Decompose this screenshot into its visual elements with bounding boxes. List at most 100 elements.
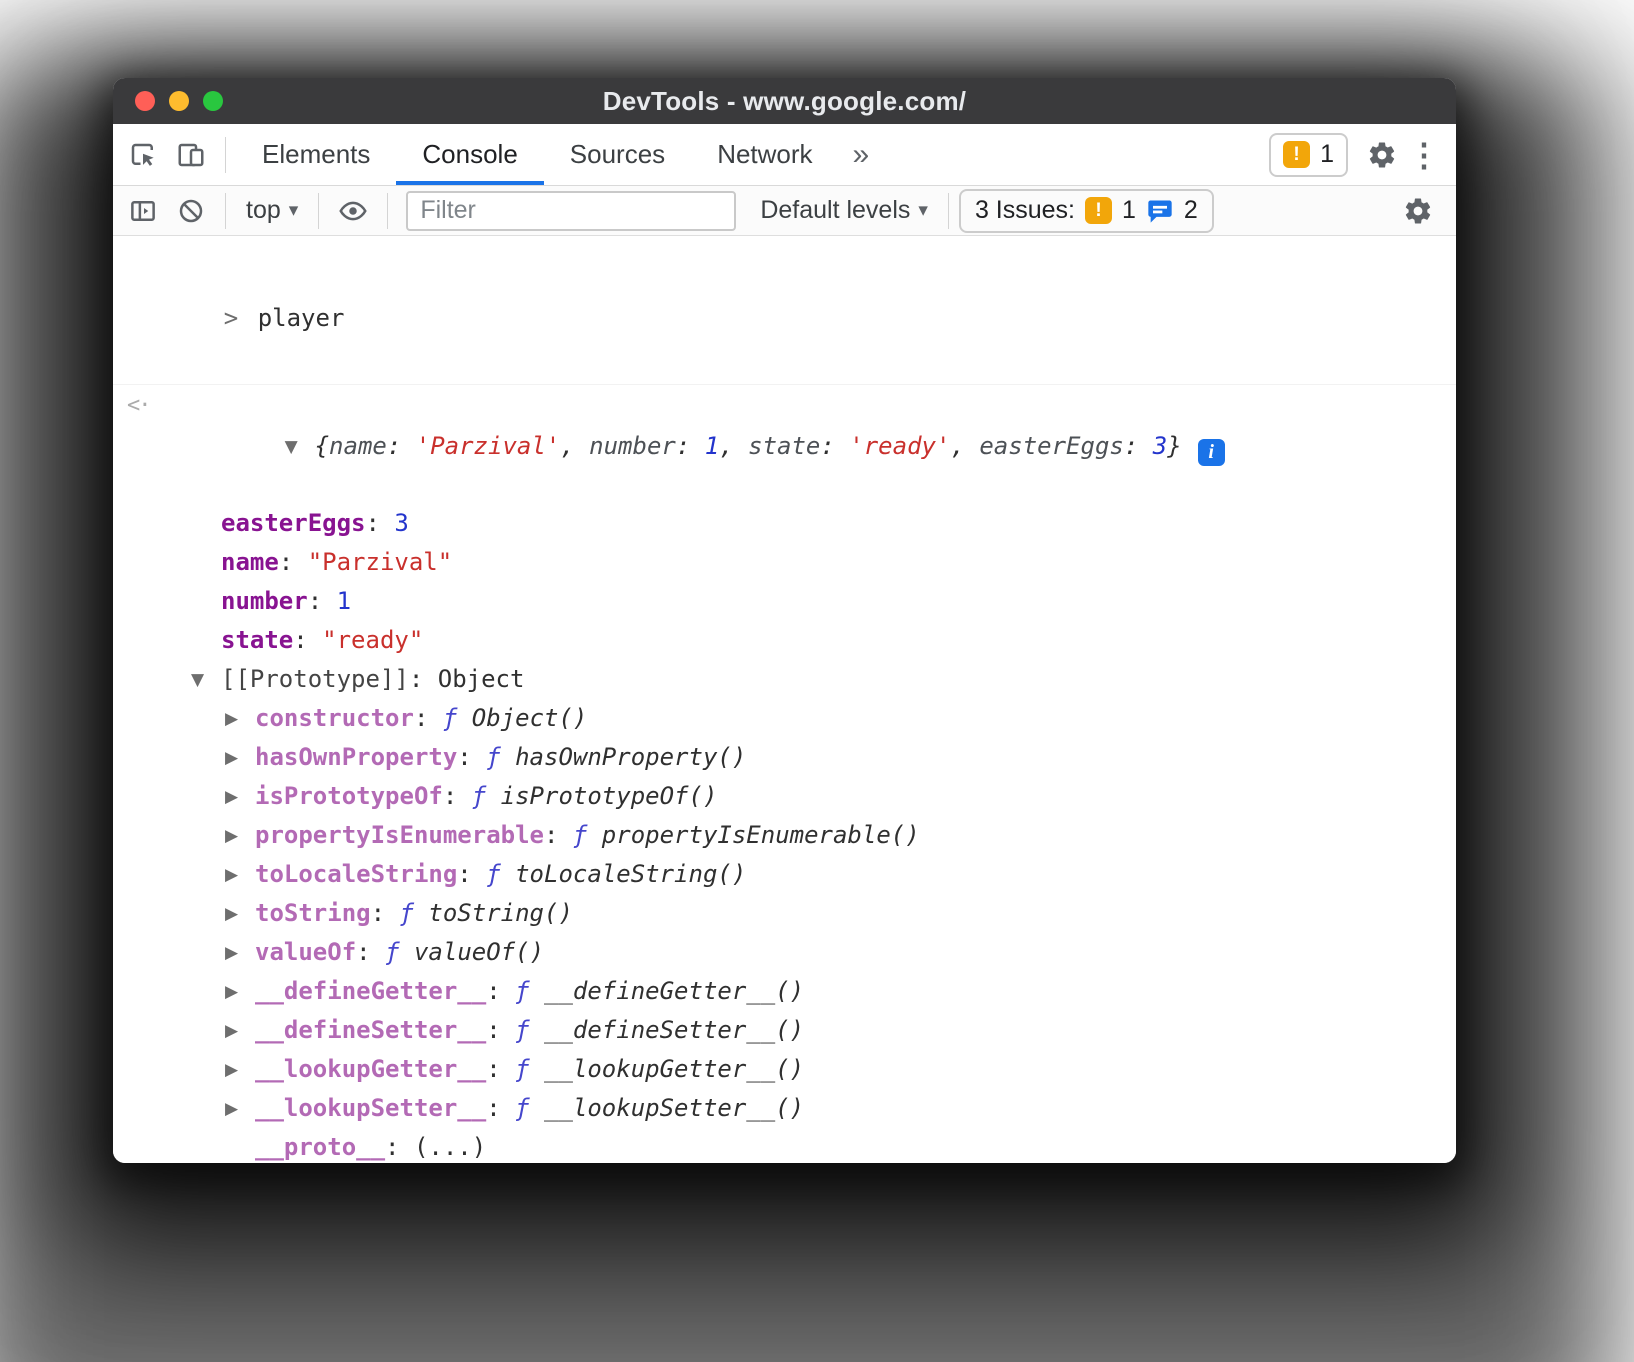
context-label: top [246, 196, 281, 225]
expand-icon[interactable]: ▶ [225, 856, 255, 894]
property-value: 3 [394, 509, 408, 537]
property-value: ƒ [385, 938, 414, 966]
property-value: ƒ [400, 899, 429, 927]
property-row[interactable]: ▶name: "Parzival" [113, 543, 1456, 582]
error-badge[interactable]: ! 1 [1269, 133, 1348, 177]
property-value: __lookupSetter__() [544, 1094, 804, 1122]
issues-label: 3 Issues: [975, 196, 1075, 225]
property-row[interactable]: ▶__lookupSetter__: ƒ __lookupSetter__() [113, 1089, 1456, 1128]
console-settings-button[interactable] [1394, 189, 1442, 233]
preview-segment: name [329, 432, 387, 460]
property-value: __defineSetter__() [544, 1016, 804, 1044]
property-key: propertyIsEnumerable [255, 821, 544, 849]
expand-icon[interactable]: ▶ [225, 817, 255, 855]
property-row[interactable]: ▶hasOwnProperty: ƒ hasOwnProperty() [113, 738, 1456, 777]
settings-button[interactable] [1358, 131, 1406, 179]
collapse-icon[interactable]: ▼ [191, 661, 221, 699]
tab-label: Console [422, 139, 517, 170]
property-row[interactable]: ▶isPrototypeOf: ƒ isPrototypeOf() [113, 777, 1456, 816]
property-value: valueOf() [414, 938, 544, 966]
expand-icon[interactable]: ▶ [225, 895, 255, 933]
property-row[interactable]: ▶propertyIsEnumerable: ƒ propertyIsEnume… [113, 816, 1456, 855]
issues-counter[interactable]: 3 Issues: ! 1 2 [959, 189, 1214, 233]
property-row[interactable]: ▶easterEggs: 3 [113, 504, 1456, 543]
property-row[interactable]: ▶__defineSetter__: ƒ __defineSetter__() [113, 1011, 1456, 1050]
property-value: (...) [414, 1133, 486, 1161]
message-bubble-icon [1146, 197, 1174, 225]
property-key: __lookupGetter__ [255, 1055, 486, 1083]
info-glyph: i [1208, 433, 1214, 471]
property-value: propertyIsEnumerable() [602, 821, 920, 849]
info-icon[interactable]: i [1198, 439, 1225, 466]
expand-icon[interactable]: ▶ [225, 973, 255, 1011]
key-value-separator: : [385, 1133, 414, 1161]
device-toolbar-button[interactable] [167, 131, 215, 179]
expand-icon[interactable]: ▶ [225, 1051, 255, 1089]
live-expression-button[interactable] [329, 189, 377, 233]
issues-warning-count: 1 [1122, 196, 1136, 225]
expand-icon[interactable]: ▶ [225, 1012, 255, 1050]
warning-icon: ! [1283, 141, 1310, 168]
property-row[interactable]: ▶__lookupGetter__: ƒ __lookupGetter__() [113, 1050, 1456, 1089]
clear-console-button[interactable] [167, 189, 215, 233]
property-row[interactable]: ▶constructor: ƒ Object() [113, 699, 1456, 738]
expand-icon[interactable]: ▶ [225, 1090, 255, 1128]
object-preview-row[interactable]: ▼{name: 'Parzival', number: 1, state: 'r… [113, 389, 1456, 504]
inspect-element-button[interactable] [119, 131, 167, 179]
key-value-separator: : [486, 977, 515, 1005]
property-value: ƒ [486, 860, 515, 888]
separator [225, 193, 226, 229]
key-value-separator: : [486, 1094, 515, 1122]
filter-input[interactable] [406, 191, 736, 231]
expand-icon[interactable]: ▶ [225, 778, 255, 816]
property-row[interactable]: ▼[[Prototype]]: Object [113, 660, 1456, 699]
property-value: ƒ [486, 743, 515, 771]
property-row[interactable]: ▶number: 1 [113, 582, 1456, 621]
property-key: hasOwnProperty [255, 743, 457, 771]
property-key: state [221, 626, 293, 654]
property-value: "ready" [322, 626, 423, 654]
property-row[interactable]: ▶toLocaleString: ƒ toLocaleString() [113, 855, 1456, 894]
tab-network[interactable]: Network [691, 124, 838, 185]
preview-segment: 'Parzival' [416, 432, 561, 460]
fullscreen-window-button[interactable] [203, 91, 223, 111]
preview-segment: state [748, 432, 820, 460]
more-tabs-button[interactable]: » [839, 124, 884, 185]
property-value: __defineGetter__() [544, 977, 804, 1005]
expand-icon[interactable]: ▶ [225, 934, 255, 972]
property-key: number [221, 587, 308, 615]
property-value: ƒ [515, 1016, 544, 1044]
close-window-button[interactable] [135, 91, 155, 111]
log-levels-selector[interactable]: Default levels ▾ [750, 196, 938, 225]
preview-segment: , [950, 432, 979, 460]
warning-icon: ! [1085, 197, 1112, 224]
property-value: hasOwnProperty() [515, 743, 746, 771]
tab-elements[interactable]: Elements [236, 124, 396, 185]
key-value-separator: : [308, 587, 337, 615]
minimize-window-button[interactable] [169, 91, 189, 111]
overflow-menu-button[interactable]: ⋮ [1406, 136, 1442, 174]
collapse-icon[interactable]: ▼ [285, 428, 315, 466]
property-key: [[Prototype]] [221, 665, 409, 693]
execution-context-selector[interactable]: top ▾ [236, 196, 308, 225]
property-key: easterEggs [221, 509, 366, 537]
key-value-separator: : [279, 548, 308, 576]
expand-icon[interactable]: ▶ [225, 739, 255, 777]
property-row[interactable]: ▶__proto__: (...) [113, 1128, 1456, 1163]
preview-segment: } [1167, 432, 1181, 460]
console-sidebar-toggle[interactable] [119, 189, 167, 233]
property-row[interactable]: ▶valueOf: ƒ valueOf() [113, 933, 1456, 972]
property-key: valueOf [255, 938, 356, 966]
console-command: >player [113, 252, 1456, 385]
property-row[interactable]: ▶state: "ready" [113, 621, 1456, 660]
property-row[interactable]: ▶toString: ƒ toString() [113, 894, 1456, 933]
preview-segment: number [589, 432, 676, 460]
expand-icon[interactable]: ▶ [225, 700, 255, 738]
property-value: isPrototypeOf() [501, 782, 718, 810]
property-key: toLocaleString [255, 860, 457, 888]
tab-label: Elements [262, 139, 370, 170]
property-row[interactable]: ▶__defineGetter__: ƒ __defineGetter__() [113, 972, 1456, 1011]
tab-sources[interactable]: Sources [544, 124, 691, 185]
property-value: toString() [428, 899, 573, 927]
tab-console[interactable]: Console [396, 124, 543, 185]
